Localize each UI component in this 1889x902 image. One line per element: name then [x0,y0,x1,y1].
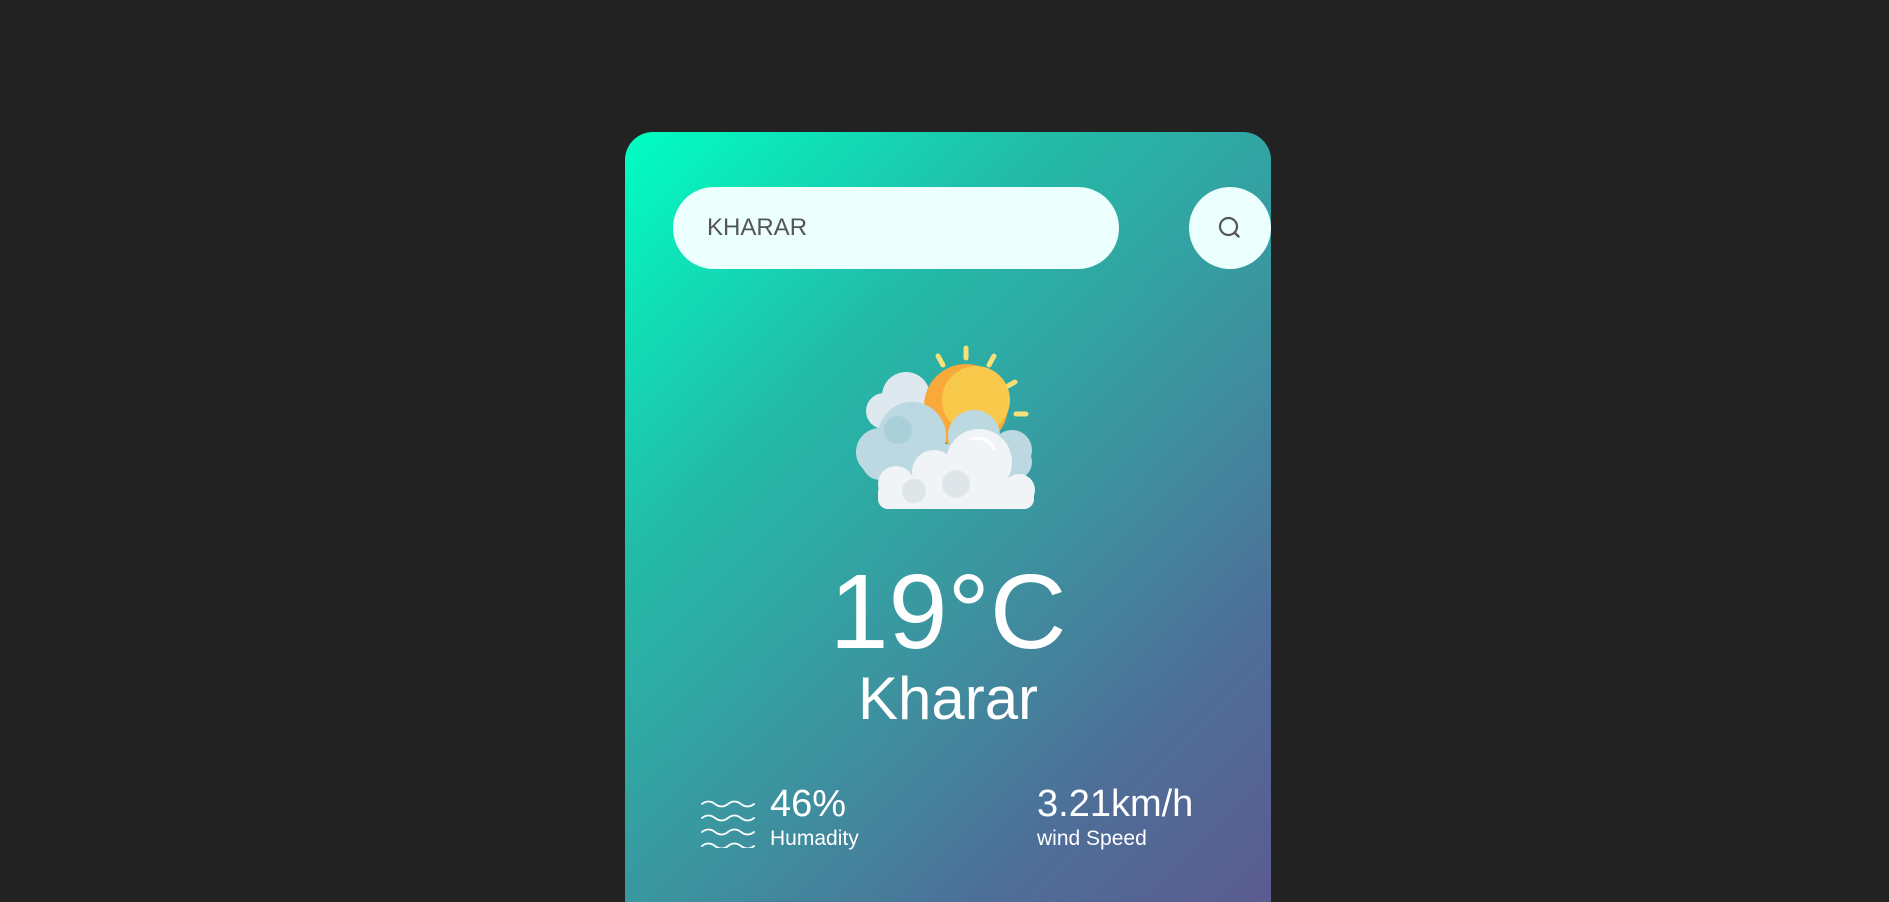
humidity-label: Humadity [770,827,859,850]
search-icon [1218,216,1240,238]
search-button[interactable] [1189,187,1271,269]
humidity-value: 46% [770,783,847,825]
temperature: 19°C [829,553,1067,671]
city-search-input[interactable] [673,187,1119,269]
city-name: Kharar [857,665,1039,732]
wind-text: 3.21km/h wind Speed [1037,782,1193,852]
humidity-waves-icon [701,800,755,848]
search-bar [673,187,1271,269]
wind-speed-label: wind Speed [1037,827,1147,850]
weather-card: 19°C Kharar 46% Humadity 3.21km/h wind S… [625,132,1271,902]
humidity-detail: 46% Humadity [700,782,859,852]
wind-detail: 3.21km/h wind Speed [1037,782,1193,852]
humidity-text: 46% Humadity [770,782,859,852]
partly-cloudy-sun-icon [856,345,1035,509]
wind-speed-value: 3.21km/h [1037,783,1194,825]
